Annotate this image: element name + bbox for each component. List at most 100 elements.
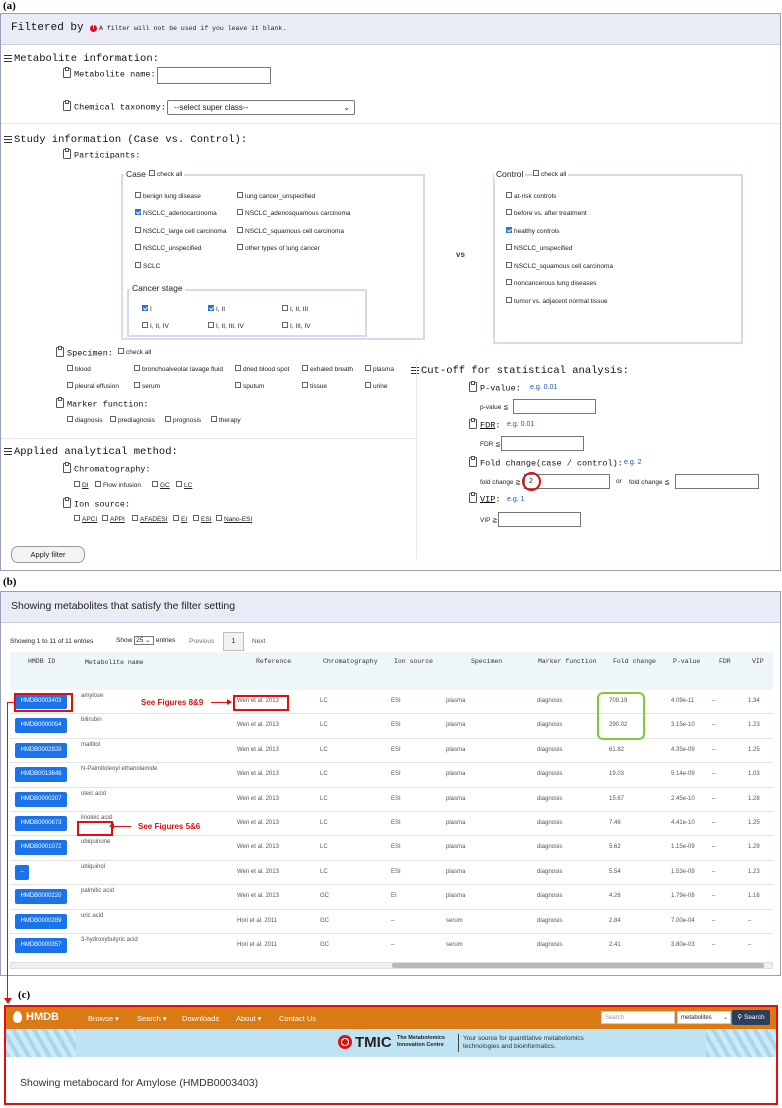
- case-option[interactable]: NSCLC_unspecified: [135, 244, 202, 252]
- case-check-all[interactable]: check all: [149, 170, 185, 178]
- next-button[interactable]: Next: [252, 638, 265, 645]
- marker-option[interactable]: prognosis: [165, 416, 201, 424]
- nav-search[interactable]: Search ▾: [137, 1014, 167, 1023]
- case-option[interactable]: other types of lung cancer: [237, 244, 320, 252]
- chrom-option[interactable]: GC: [152, 481, 170, 489]
- case-option[interactable]: NSCLC_large cell carcinoma: [135, 227, 226, 235]
- control-check-all[interactable]: check all: [533, 170, 569, 178]
- col-header[interactable]: Metabolite name: [85, 659, 144, 666]
- specimen-option[interactable]: pleural effusion: [67, 382, 119, 390]
- specimen-option[interactable]: plasma: [365, 365, 394, 373]
- previous-button[interactable]: Previous: [189, 638, 214, 645]
- page-length-select[interactable]: 25 ⌄: [134, 636, 155, 645]
- case-option[interactable]: NSCLC_adenocarcinoma: [135, 209, 217, 217]
- specimen-option[interactable]: sputum: [235, 382, 264, 390]
- stage-option[interactable]: I, III, IV: [282, 322, 311, 330]
- specimen-option[interactable]: exhaled breath: [302, 365, 353, 373]
- pvalue-input[interactable]: [513, 399, 596, 414]
- control-option[interactable]: noncancerous lung diseases: [506, 279, 596, 287]
- hmdb-logo[interactable]: HMDB: [26, 1011, 59, 1023]
- col-header[interactable]: Ion source: [394, 658, 433, 665]
- hmdb-id-button[interactable]: HMDB0001072: [15, 840, 67, 856]
- control-option[interactable]: NSCLC_squamous cell carcinoma: [506, 262, 613, 270]
- case-option[interactable]: NSCLC_adenosquamous carcinoma: [237, 209, 351, 217]
- specimen-check-all[interactable]: check all: [118, 348, 151, 356]
- hmdb-search-select[interactable]: metabolites ⌄: [677, 1011, 731, 1024]
- metabolite-name-link[interactable]: ubiquinol: [81, 864, 105, 870]
- reference-link[interactable]: Wen et al. 2013: [237, 796, 279, 802]
- page-1-button[interactable]: 1: [223, 632, 244, 651]
- stage-option[interactable]: I, II, III, IV: [208, 322, 244, 330]
- hmdb-id-button[interactable]: HMDB0000207: [15, 791, 67, 807]
- hmdb-id-button[interactable]: –: [15, 864, 29, 880]
- ion-option[interactable]: ESI: [193, 515, 211, 523]
- ion-option[interactable]: APPI: [102, 515, 125, 523]
- col-header[interactable]: Reference: [256, 658, 291, 665]
- chrom-option[interactable]: DI: [74, 481, 89, 489]
- control-option[interactable]: NSCLC_unspecified: [506, 244, 573, 252]
- hmdb-search-input[interactable]: Search: [601, 1011, 675, 1024]
- apply-filter-button[interactable]: Apply filter: [11, 546, 85, 563]
- metabolite-name-link[interactable]: N-Palmitoleoyl ethanolamide: [81, 766, 157, 772]
- ion-option[interactable]: Nano-ESI: [216, 515, 252, 523]
- metabolite-name-link[interactable]: uric acid: [81, 913, 103, 919]
- specimen-option[interactable]: dried blood spot: [235, 365, 289, 373]
- checkbox[interactable]: [149, 170, 155, 177]
- metabolite-name-input[interactable]: [157, 67, 271, 84]
- col-header[interactable]: Fold change: [613, 658, 656, 665]
- col-header[interactable]: FDR: [719, 658, 731, 665]
- hmdb-id-button[interactable]: HMDB0013648: [15, 767, 67, 783]
- case-option[interactable]: lung cancer_unspecified: [237, 192, 315, 200]
- metabolite-name-link[interactable]: oleic acid: [81, 791, 106, 797]
- specimen-option[interactable]: blood: [67, 365, 91, 373]
- metabolite-name-link[interactable]: bilirubin: [81, 717, 102, 723]
- nav-browse[interactable]: Browse ▾: [88, 1014, 119, 1023]
- marker-option[interactable]: diagnosis: [67, 416, 102, 424]
- col-header[interactable]: Chromatography: [323, 658, 378, 665]
- control-option[interactable]: healthy controls: [506, 227, 560, 235]
- hmdb-id-button[interactable]: HMDB0000673: [15, 816, 67, 831]
- reference-link[interactable]: Wen et al. 2013: [237, 820, 279, 826]
- stage-option[interactable]: I, II, III: [282, 305, 308, 313]
- ion-option[interactable]: AFADESI: [132, 515, 167, 523]
- nav-about[interactable]: About ▾: [236, 1014, 261, 1023]
- reference-link[interactable]: Wen et al. 2013: [237, 722, 279, 728]
- vip-input[interactable]: [498, 512, 581, 527]
- case-option[interactable]: NSCLC_squamous cell carcinoma: [237, 227, 344, 235]
- fdr-input[interactable]: [501, 436, 584, 451]
- col-header[interactable]: Marker function: [538, 658, 597, 665]
- specimen-option[interactable]: urine: [365, 382, 387, 390]
- scrollbar-thumb[interactable]: [392, 963, 764, 968]
- reference-link[interactable]: Wen et al. 2013: [237, 893, 279, 899]
- col-header[interactable]: HMDB ID: [28, 658, 55, 665]
- reference-link[interactable]: Wen et al. 2013: [237, 747, 279, 753]
- hmdb-id-button[interactable]: HMDB0000054: [15, 718, 67, 734]
- specimen-option[interactable]: bronchoalveolar lavage fluid: [134, 365, 223, 373]
- hmdb-id-button[interactable]: HMDB0002928: [15, 742, 67, 758]
- stage-option[interactable]: I, II, IV: [142, 322, 169, 330]
- chrom-option[interactable]: Flow infusion: [95, 481, 141, 489]
- ion-option[interactable]: EI: [173, 515, 187, 523]
- hmdb-id-button[interactable]: HMDB0000220: [15, 889, 67, 905]
- ion-option[interactable]: APCI: [74, 515, 97, 523]
- control-option[interactable]: at-risk controls: [506, 192, 556, 200]
- col-header[interactable]: P-value: [673, 658, 700, 665]
- chrom-option[interactable]: LC: [176, 481, 192, 489]
- case-option[interactable]: SCLC: [135, 262, 160, 270]
- control-option[interactable]: before vs. after treatment: [506, 209, 587, 217]
- stage-option[interactable]: I, II: [208, 305, 225, 313]
- metabolite-name-link[interactable]: maltitol: [81, 742, 100, 748]
- stage-option[interactable]: I: [142, 305, 152, 313]
- metabolite-name-link[interactable]: ubiquinone: [81, 839, 110, 845]
- taxonomy-select[interactable]: --select super class-- ⌄: [167, 100, 355, 115]
- fold-change-upper-input[interactable]: [675, 474, 759, 489]
- specimen-option[interactable]: tissue: [302, 382, 327, 390]
- control-option[interactable]: tumor vs. adjacent normal tissue: [506, 297, 608, 305]
- col-header[interactable]: Specimen: [471, 658, 502, 665]
- hmdb-id-button[interactable]: HMDB0000289: [15, 913, 67, 929]
- reference-link[interactable]: Wen et al. 2013: [237, 771, 279, 777]
- reference-link[interactable]: Hori et al. 2011: [237, 942, 277, 948]
- marker-option[interactable]: prediagnosis: [110, 416, 155, 424]
- hmdb-id-button[interactable]: HMDB0000357: [15, 938, 67, 953]
- metabolite-name-link[interactable]: 3-hydroxybutyric acid: [81, 937, 138, 943]
